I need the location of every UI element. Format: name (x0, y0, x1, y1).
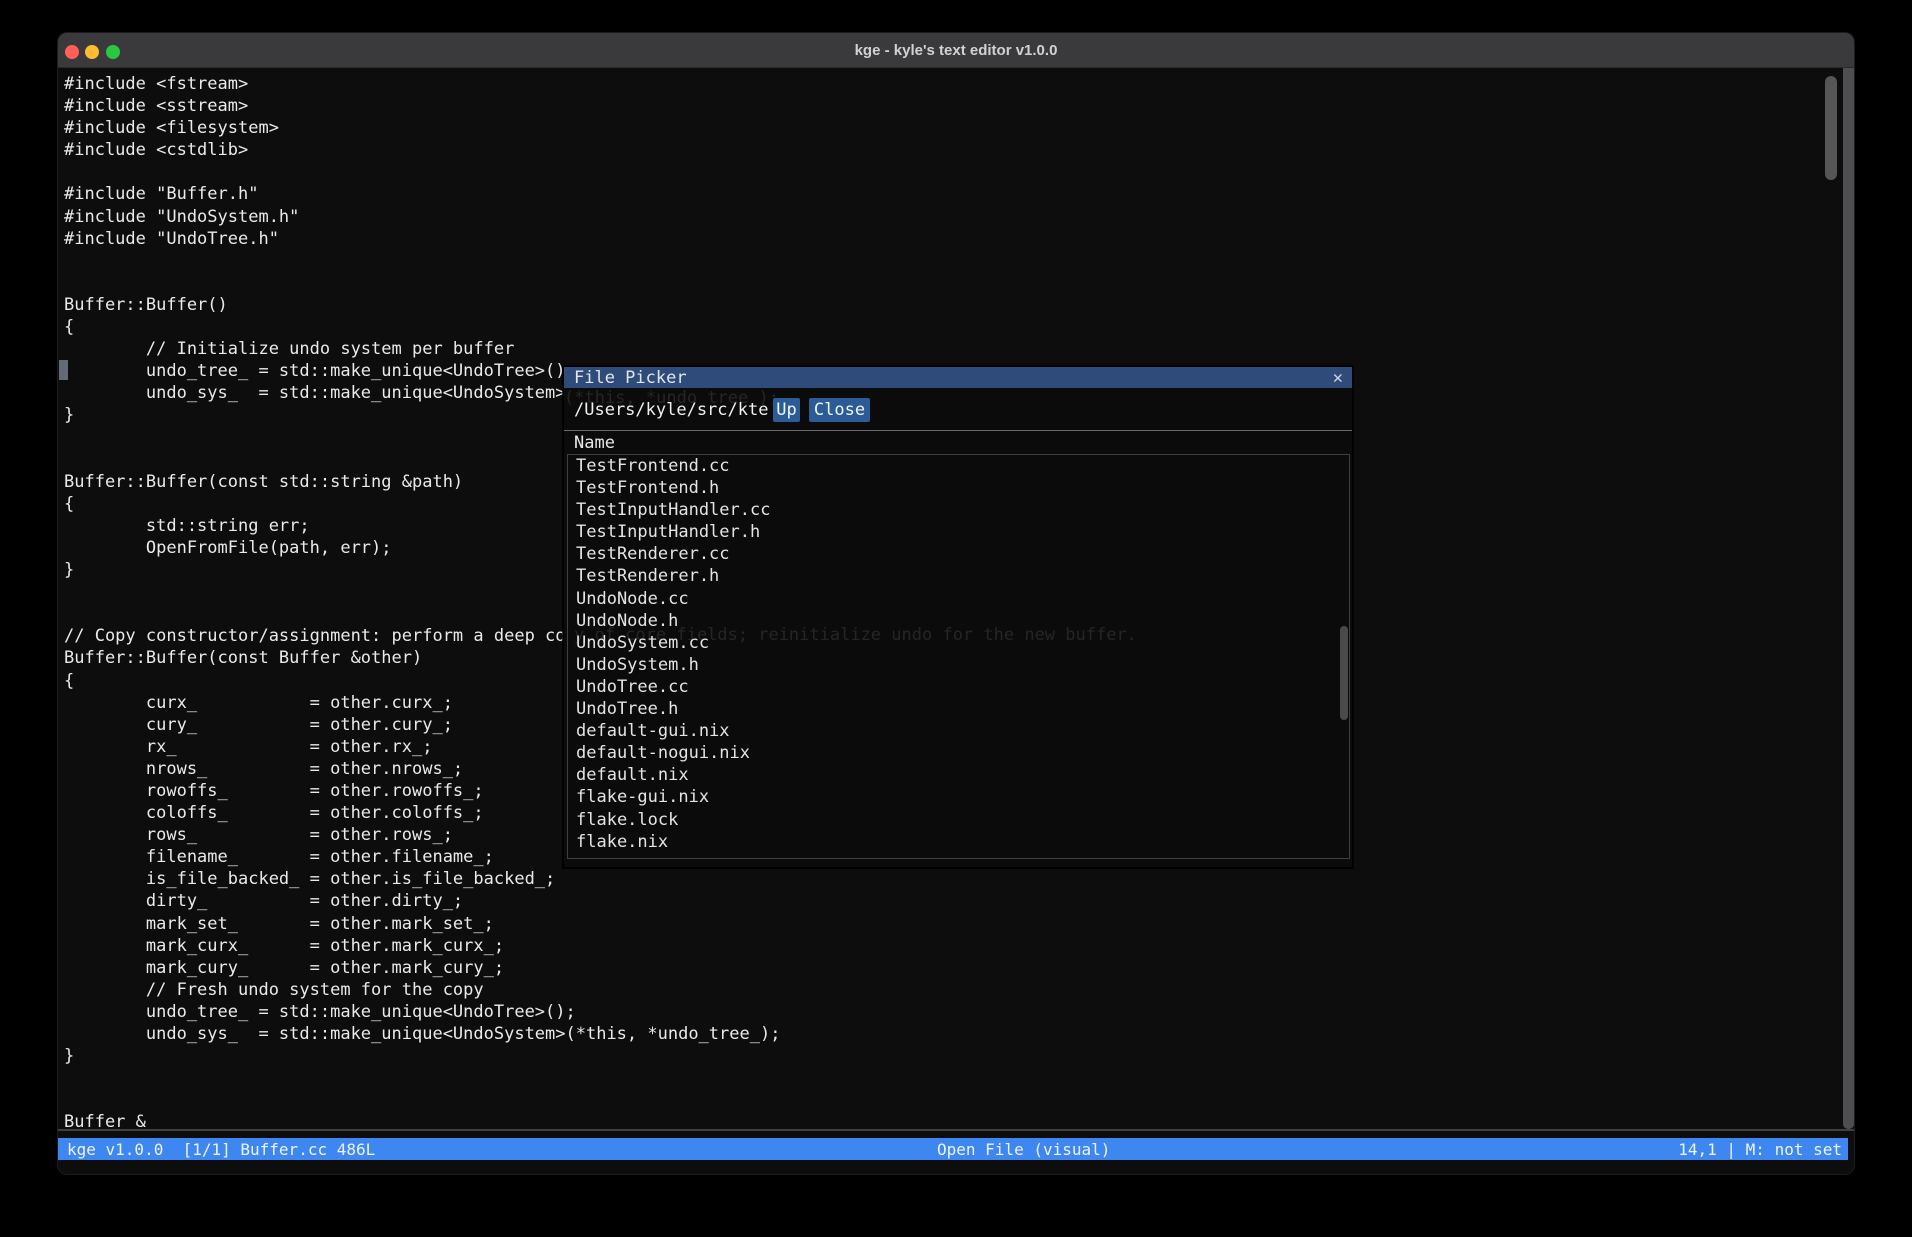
editor-scrollbar-thumb[interactable] (1825, 76, 1837, 180)
file-list-item[interactable]: UndoSystem.cc (568, 632, 1349, 654)
desktop: kge - kyle's text editor v1.0.0 #include… (0, 0, 1912, 1237)
file-list-item[interactable]: TestFrontend.cc (568, 455, 1349, 477)
status-mode: Open File (visual) (937, 1140, 1110, 1159)
file-list-item[interactable]: TestRenderer.cc (568, 543, 1349, 565)
up-button[interactable]: Up (773, 398, 800, 422)
text-cursor (59, 360, 68, 380)
status-cursor-info: 14,1 | M: not set (1678, 1140, 1842, 1159)
status-file-info: kge v1.0.0 [1/1] Buffer.cc 486L (67, 1140, 375, 1159)
dialog-close-icon[interactable]: ✕ (1333, 368, 1343, 388)
name-column-header: Name (574, 433, 615, 453)
file-list-item[interactable]: TestRenderer.h (568, 565, 1349, 587)
file-list-item[interactable]: flake.nix (568, 831, 1349, 853)
current-path-label: /Users/kyle/src/kte (574, 400, 768, 420)
file-picker-dialog: File Picker ✕ (*this, *undo_tree_); /Use… (563, 366, 1353, 868)
file-list-item[interactable]: UndoNode.h (568, 610, 1349, 632)
status-bar: kge v1.0.0 [1/1] Buffer.cc 486L Open Fil… (58, 1138, 1848, 1160)
file-list-item[interactable]: default-nogui.nix (568, 742, 1349, 764)
window-titlebar[interactable]: kge - kyle's text editor v1.0.0 (58, 33, 1854, 68)
file-list[interactable]: TestFrontend.ccTestFrontend.hTestInputHa… (567, 454, 1350, 859)
content-bottom-divider (58, 1129, 1854, 1131)
file-list-item[interactable]: flake-gui.nix (568, 786, 1349, 808)
file-list-item[interactable]: UndoTree.cc (568, 676, 1349, 698)
dialog-divider (564, 430, 1352, 431)
file-list-item[interactable]: TestInputHandler.cc (568, 499, 1349, 521)
file-list-item[interactable]: UndoNode.cc (568, 588, 1349, 610)
window-title: kge - kyle's text editor v1.0.0 (58, 33, 1854, 68)
file-list-item[interactable]: default-gui.nix (568, 720, 1349, 742)
file-list-item[interactable]: UndoTree.h (568, 698, 1349, 720)
file-picker-titlebar[interactable]: File Picker ✕ (564, 367, 1352, 388)
file-list-item[interactable]: flake.lock (568, 809, 1349, 831)
file-list-item[interactable]: UndoSystem.h (568, 654, 1349, 676)
close-button[interactable]: Close (809, 398, 870, 422)
file-list-scrollbar-thumb[interactable] (1340, 626, 1348, 720)
window-scrollbar-track[interactable] (1843, 68, 1854, 1129)
file-list-item[interactable]: TestInputHandler.h (568, 521, 1349, 543)
file-list-item[interactable]: default.nix (568, 764, 1349, 786)
file-picker-title: File Picker (574, 368, 687, 388)
file-list-item[interactable]: TestFrontend.h (568, 477, 1349, 499)
